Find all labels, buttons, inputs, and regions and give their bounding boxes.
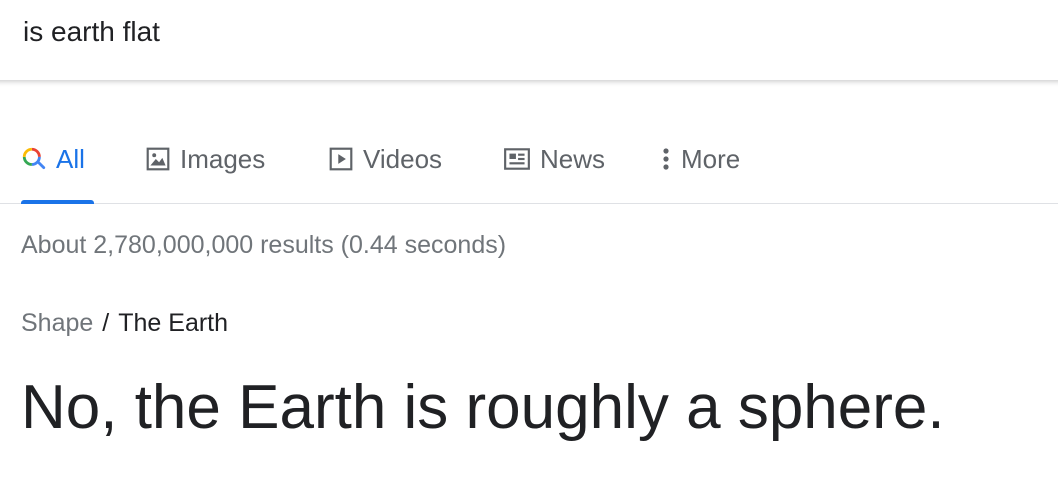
tab-videos-label: Videos <box>363 143 443 174</box>
search-tabs: All Images Videos News More <box>0 130 1058 204</box>
newspaper-icon <box>503 146 531 172</box>
search-input[interactable]: is earth flat <box>23 18 160 46</box>
breadcrumb-current: The Earth <box>118 309 229 337</box>
tab-more[interactable]: More <box>662 144 740 174</box>
tab-all-label: All <box>56 143 85 174</box>
featured-answer: No, the Earth is roughly a sphere. <box>21 373 945 442</box>
search-box[interactable]: is earth flat <box>0 0 1058 80</box>
active-tab-indicator <box>21 200 94 204</box>
breadcrumb-parent-link[interactable]: Shape <box>21 309 93 337</box>
tab-images[interactable]: Images <box>145 144 265 174</box>
tab-news-label: News <box>540 143 606 174</box>
video-play-icon <box>328 146 354 172</box>
image-icon <box>145 146 171 172</box>
tab-news[interactable]: News <box>503 144 605 174</box>
search-icon <box>21 146 47 172</box>
tab-more-label: More <box>681 143 741 174</box>
tab-videos[interactable]: Videos <box>328 144 442 174</box>
breadcrumb: Shape / The Earth <box>21 309 228 338</box>
breadcrumb-separator: / <box>102 309 110 337</box>
result-stats: About 2,780,000,000 results (0.44 second… <box>21 231 507 259</box>
vertical-dots-icon <box>662 146 670 172</box>
tab-images-label: Images <box>180 143 266 174</box>
tab-all[interactable]: All <box>21 144 85 174</box>
